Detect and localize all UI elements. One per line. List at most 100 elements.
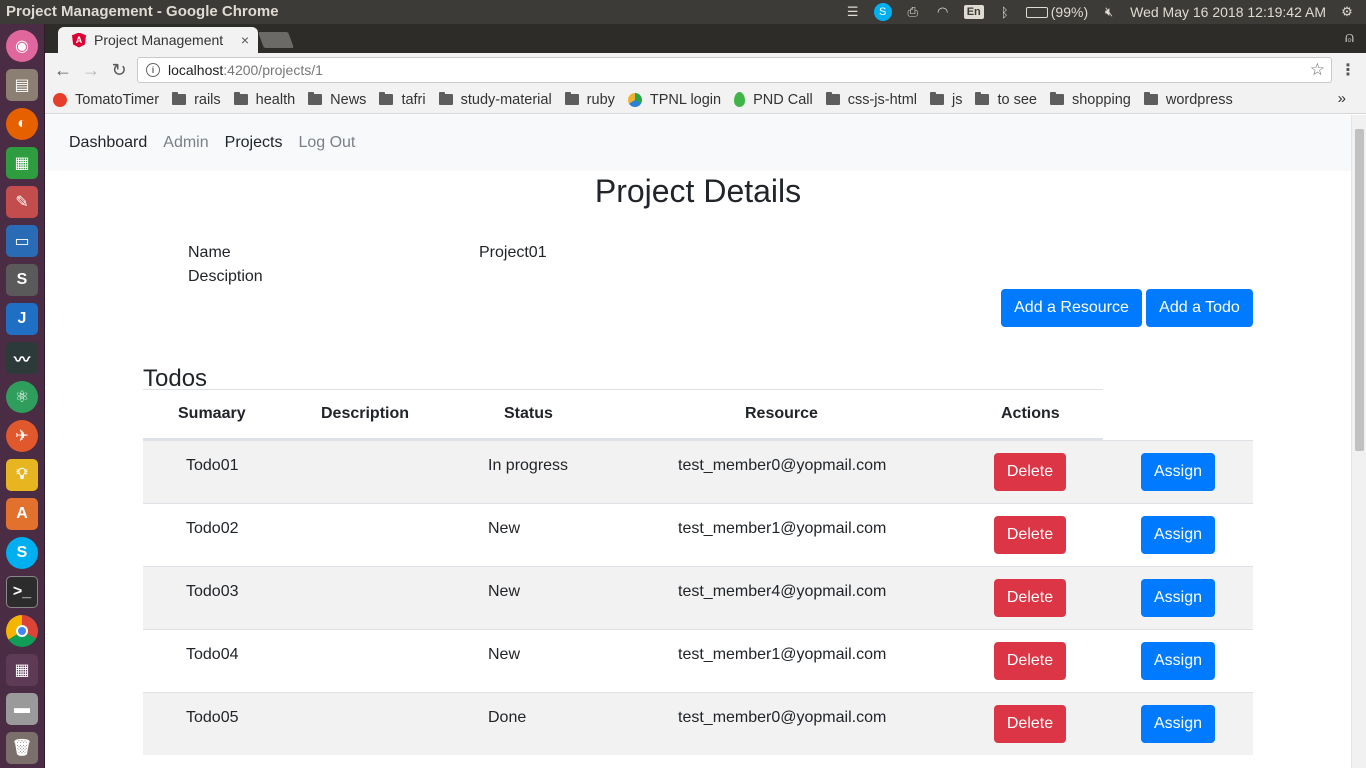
bookmark-item[interactable]: to see xyxy=(975,92,1037,108)
bluetooth-icon[interactable]: ᛒ xyxy=(996,4,1014,20)
jetbrains-icon[interactable]: J xyxy=(6,303,38,335)
assign-todo-button[interactable]: Assign xyxy=(1141,516,1215,554)
assign-todo-button[interactable]: Assign xyxy=(1141,579,1215,617)
keyboard-layout-indicator[interactable]: En xyxy=(963,5,984,19)
software-center-icon[interactable]: A xyxy=(6,498,38,530)
scrollbar-thumb[interactable] xyxy=(1355,129,1364,451)
cell-status: In progress xyxy=(488,457,569,474)
menu-list-icon[interactable]: ☰ xyxy=(844,4,862,20)
address-bar[interactable]: i localhost:4200/projects/1 ☆ xyxy=(137,57,1332,83)
bookmark-item[interactable]: ruby xyxy=(564,92,615,108)
settings-gear-icon[interactable]: ⚙ xyxy=(1338,4,1356,20)
wifi-icon[interactable]: ◠ xyxy=(934,4,952,20)
page-scrollbar[interactable] xyxy=(1351,115,1366,768)
bookmark-item[interactable]: TPNL login xyxy=(627,92,721,108)
firefox-icon[interactable]: ◐ xyxy=(6,108,38,140)
profile-icon[interactable]: ⍝ xyxy=(1345,29,1354,46)
bookmark-label: health xyxy=(255,91,296,108)
nav-logout[interactable]: Log Out xyxy=(298,134,355,152)
volume-muted-icon[interactable]: 🔇︎ xyxy=(1100,4,1118,20)
tab-project-management[interactable]: A Project Management × xyxy=(58,27,258,53)
column-header-actions: Actions xyxy=(1001,405,1060,422)
page-viewport: Dashboard Admin Projects Log Out Project… xyxy=(45,115,1366,768)
bookmark-item[interactable]: wordpress xyxy=(1143,91,1233,108)
terminal-icon[interactable]: >_ xyxy=(6,576,38,608)
cell-resource: test_member1@yopmail.com xyxy=(678,520,887,537)
trash-icon[interactable]: 🗑︎ xyxy=(6,732,38,764)
bookmark-item[interactable]: css-js-html xyxy=(825,92,917,108)
drive-icon[interactable]: ▬ xyxy=(6,693,38,725)
skype-icon[interactable]: S xyxy=(6,537,38,569)
idea-bulb-icon[interactable]: 💡︎ xyxy=(6,459,38,491)
bookmark-item[interactable]: rails xyxy=(172,92,221,108)
table-row: Todo02 New test_member1@yopmail.com Delete A… xyxy=(143,503,1253,566)
bookmark-item[interactable]: TomatoTimer xyxy=(53,92,159,108)
bookmarks-overflow-button[interactable]: » xyxy=(1338,90,1346,107)
nav-admin[interactable]: Admin xyxy=(163,134,208,152)
nav-dashboard[interactable]: Dashboard xyxy=(69,134,147,152)
cell-summary: Todo03 xyxy=(186,583,239,600)
postman-icon[interactable]: ✈ xyxy=(6,420,38,452)
browser-window: A Project Management × ⍝ ← → ↻ i localho… xyxy=(45,24,1366,768)
system-indicators: ☰ S ⎙ ◠ En ᛒ (99%) 🔇︎ Wed May 16 2018 12… xyxy=(844,0,1356,24)
bookmark-star-icon[interactable]: ☆ xyxy=(1310,60,1325,80)
sublime-text-icon[interactable]: S xyxy=(6,264,38,296)
cell-status: New xyxy=(488,583,521,600)
bookmark-item[interactable]: shopping xyxy=(1049,92,1131,108)
clock[interactable]: Wed May 16 2018 12:19:42 AM xyxy=(1130,4,1326,20)
bookmark-item[interactable]: health xyxy=(233,91,296,108)
cell-summary: Todo01 xyxy=(186,457,239,474)
bookmark-item[interactable]: PND Call xyxy=(734,92,813,108)
settings-tools-icon[interactable]: ✎ xyxy=(6,186,38,218)
back-arrow-icon[interactable]: ← xyxy=(51,58,75,82)
assign-todo-button[interactable]: Assign xyxy=(1141,705,1215,743)
delete-todo-button[interactable]: Delete xyxy=(994,579,1066,617)
delete-todo-button[interactable]: Delete xyxy=(994,642,1066,680)
atom-editor-icon[interactable]: ⚛ xyxy=(6,381,38,413)
bookmark-label: wordpress xyxy=(1165,91,1233,108)
cell-summary: Todo05 xyxy=(186,709,239,726)
bookmark-item[interactable]: study-material xyxy=(438,91,552,108)
cell-status: Done xyxy=(488,709,527,726)
bookmark-label: study-material xyxy=(460,91,552,108)
cell-summary: Todo02 xyxy=(186,520,239,537)
bookmark-item[interactable]: tafri xyxy=(379,91,426,108)
tomato-icon xyxy=(53,92,67,107)
bookmark-item[interactable]: News xyxy=(308,92,366,108)
chrome-icon[interactable] xyxy=(6,615,38,647)
browser-menu-icon[interactable]: ⋮ xyxy=(1340,60,1356,80)
system-monitor-icon[interactable]: 〰 xyxy=(6,342,38,374)
bookmark-item[interactable]: js xyxy=(930,92,962,108)
files-icon[interactable]: ▤ xyxy=(6,69,38,101)
table-row: Todo01 In progress test_member0@yopmail.co… xyxy=(143,440,1253,503)
folder-icon xyxy=(438,92,453,105)
bookmark-label: tafri xyxy=(401,91,426,108)
bookmark-label: PND Call xyxy=(753,91,813,108)
forward-arrow-icon[interactable]: → xyxy=(79,58,103,82)
cell-summary: Todo04 xyxy=(186,646,239,663)
delete-todo-button[interactable]: Delete xyxy=(994,705,1066,743)
calc-spreadsheet-icon[interactable]: ▦ xyxy=(6,147,38,179)
new-tab-button[interactable] xyxy=(258,32,294,48)
assign-todo-button[interactable]: Assign xyxy=(1141,453,1215,491)
site-info-icon[interactable]: i xyxy=(146,63,160,77)
workspace-switcher-icon[interactable]: ▦ xyxy=(6,654,38,686)
delete-todo-button[interactable]: Delete xyxy=(994,453,1066,491)
nav-projects[interactable]: Projects xyxy=(225,134,283,152)
assign-todo-button[interactable]: Assign xyxy=(1141,642,1215,680)
skype-tray-icon[interactable]: S xyxy=(873,3,892,21)
reload-icon[interactable]: ↻ xyxy=(107,58,131,82)
add-todo-button[interactable]: Add a Todo xyxy=(1146,289,1253,327)
printer-icon[interactable]: ⎙ xyxy=(904,4,922,20)
table-header-top-border xyxy=(143,389,1103,390)
pnd-icon xyxy=(734,92,746,107)
delete-todo-button[interactable]: Delete xyxy=(994,516,1066,554)
bookmark-label: News xyxy=(330,91,367,108)
battery-indicator[interactable]: (99%) xyxy=(1025,4,1088,20)
dash-home-icon[interactable]: ◉ xyxy=(6,30,38,62)
add-resource-button[interactable]: Add a Resource xyxy=(1001,289,1142,327)
bookmark-label: to see xyxy=(997,91,1037,108)
tab-close-icon[interactable]: × xyxy=(236,32,254,48)
writer-document-icon[interactable]: ▭ xyxy=(6,225,38,257)
folder-icon xyxy=(930,92,944,105)
